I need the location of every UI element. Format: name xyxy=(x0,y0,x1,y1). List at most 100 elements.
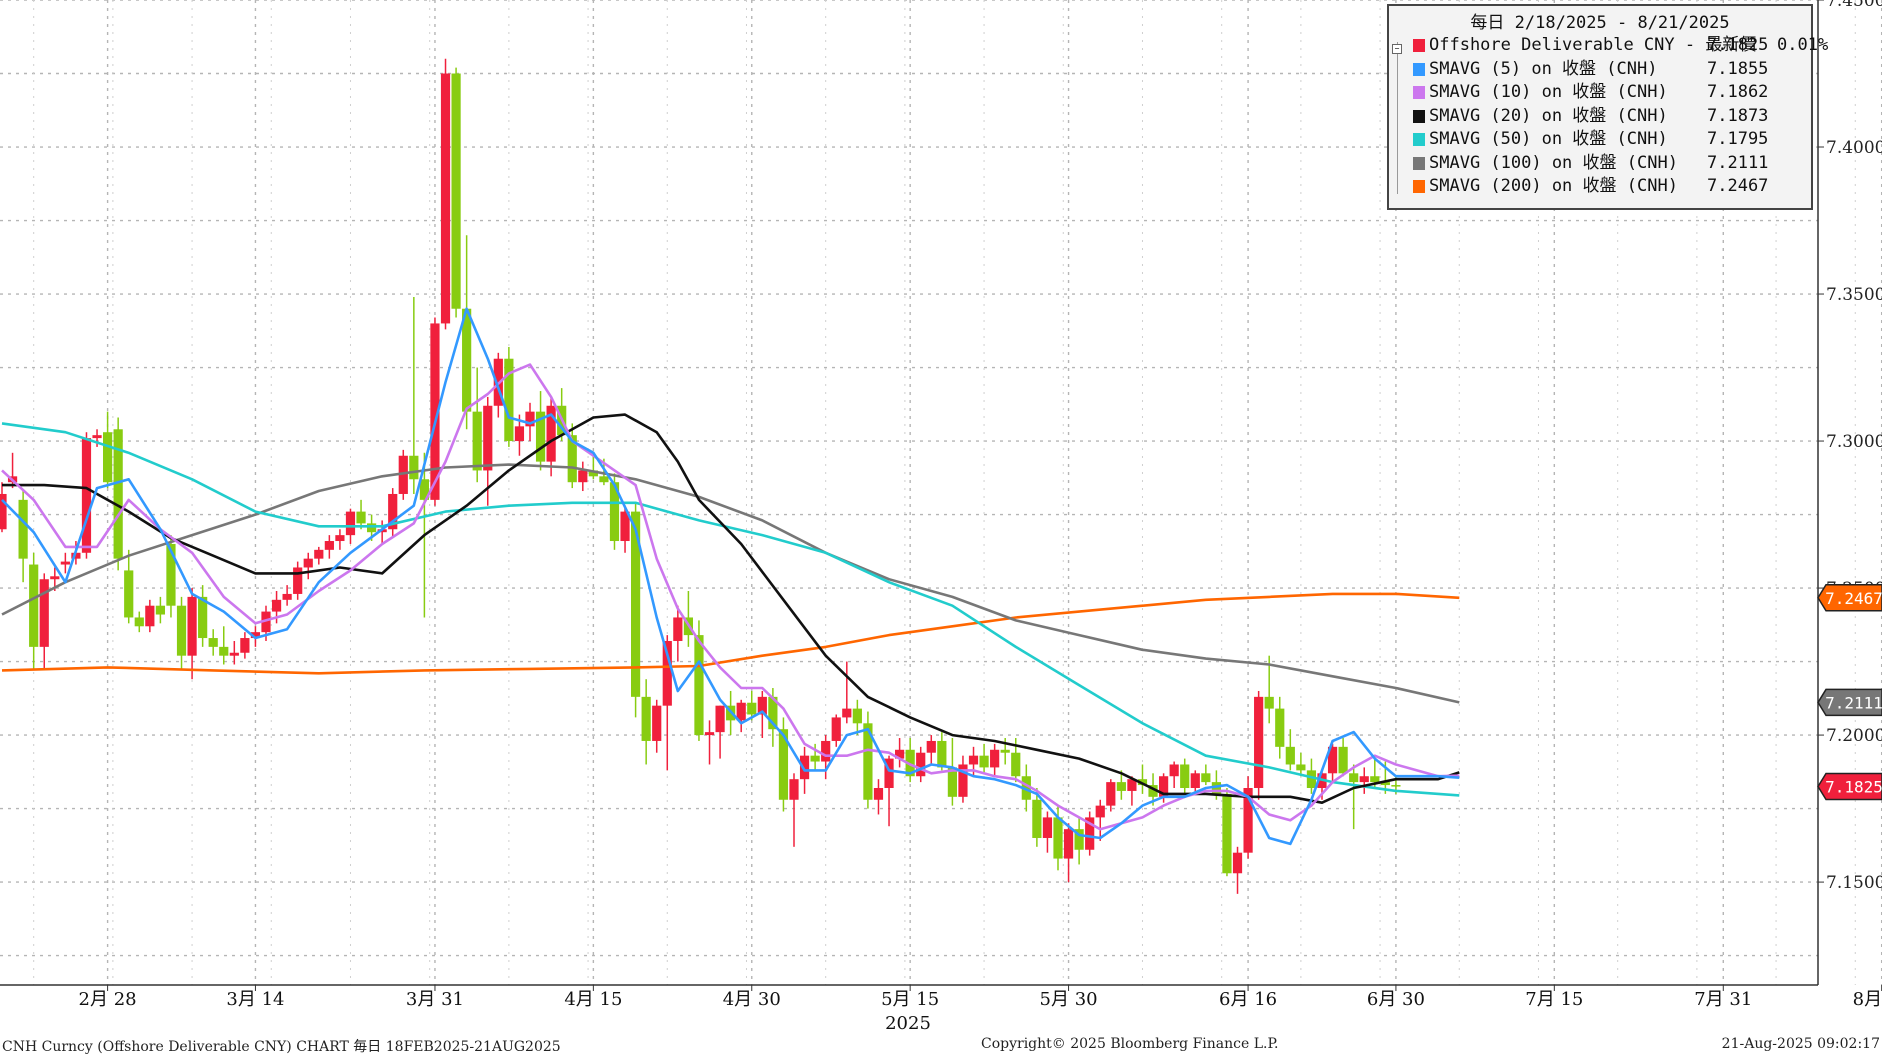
footer-copyright: Copyright© 2025 Bloomberg Finance L.P. xyxy=(981,1036,1279,1052)
candle-body xyxy=(1296,764,1306,771)
candle-body xyxy=(440,73,451,324)
candle-body xyxy=(704,732,715,736)
candle-body xyxy=(1042,817,1053,838)
candle-body xyxy=(409,455,419,480)
candle-body xyxy=(18,499,28,559)
candle-body xyxy=(1391,785,1401,787)
candle-body xyxy=(335,535,345,542)
legend-swatch xyxy=(1413,86,1425,99)
y-tick-label: 7.3500 xyxy=(1826,285,1882,305)
candle-body xyxy=(60,561,70,565)
candle-body xyxy=(937,740,947,768)
candle-body xyxy=(979,755,989,768)
candle-body xyxy=(219,646,229,656)
candle-body xyxy=(916,752,926,777)
x-tick-label: 7月 31 xyxy=(1694,989,1752,1010)
legend-swatch xyxy=(1413,133,1425,146)
legend-item-value: 7.1825 xyxy=(1707,35,1769,55)
candle-body xyxy=(451,73,461,309)
legend-item-name: SMAVG (20) on 收盤 (CNH) xyxy=(1429,105,1668,126)
candle-body xyxy=(303,558,313,568)
candle-body xyxy=(367,523,377,533)
candle-body xyxy=(229,652,239,656)
candle-body xyxy=(1275,708,1285,747)
legend-item-name: SMAVG (50) on 收盤 (CNH) xyxy=(1429,129,1668,149)
candle-body xyxy=(1254,696,1264,788)
x-tick-label: 5月 15 xyxy=(881,989,939,1010)
legend-item[interactable]: SMAVG (5) on 收盤 (CNH) 7.1855 xyxy=(1389,58,1811,82)
legend-item-name: SMAVG (200) on 收盤 (CNH) xyxy=(1429,176,1678,196)
y-tick-label: 7.4500 xyxy=(1826,0,1882,11)
candle-body xyxy=(1201,773,1211,783)
y-tick-label: 7.4000 xyxy=(1826,138,1882,158)
legend-item[interactable]: SMAVG (50) on 收盤 (CNH) 7.1795 xyxy=(1389,128,1811,152)
candle-body xyxy=(29,564,39,647)
candle-body xyxy=(314,549,324,559)
candle-body xyxy=(990,749,1000,768)
y-tick-label: 7.1500 xyxy=(1826,873,1882,893)
legend-item[interactable]: SMAVG (10) on 收盤 (CNH) 7.1862 xyxy=(1389,81,1811,105)
legend-swatch xyxy=(1413,109,1425,123)
x-tick-label: 6月 30 xyxy=(1367,989,1425,1010)
legend-item-value: 7.1862 xyxy=(1707,82,1769,102)
candle-body xyxy=(715,705,725,733)
x-tick-label: 6月 16 xyxy=(1219,989,1277,1010)
legend-rows: Offshore Deliverable CNY - 最新價 7.1825 0.01… xyxy=(1389,34,1828,199)
candle-body xyxy=(103,432,113,483)
candle-body xyxy=(641,696,651,741)
candle-body xyxy=(324,541,334,550)
candle-body xyxy=(187,596,197,656)
candle-body xyxy=(1000,749,1010,753)
candle-body xyxy=(514,426,525,442)
candle-body xyxy=(282,593,292,600)
candle-body xyxy=(810,755,820,762)
candle-body xyxy=(1116,782,1126,791)
legend-item[interactable]: SMAVG (20) on 收盤 (CNH) 7.1873 xyxy=(1389,105,1811,129)
x-tick-label: 3月 31 xyxy=(406,989,464,1010)
candle-body xyxy=(831,717,841,741)
candle-body xyxy=(652,705,662,741)
candle-body xyxy=(821,740,831,762)
legend-item-value: 7.2111 xyxy=(1707,152,1769,173)
price-tag-label: 7.1825 xyxy=(1825,778,1882,797)
x-tick-label: 5月 30 xyxy=(1040,989,1098,1010)
candle-body xyxy=(50,576,60,580)
x-axis-year-label: 2025 xyxy=(885,1013,931,1034)
candle-body xyxy=(271,599,282,612)
price-tags: 7.2467 7.2111 7.1825 xyxy=(1817,584,1882,801)
candle-body xyxy=(240,638,250,653)
candle-body xyxy=(1032,799,1042,838)
candle-body xyxy=(39,579,49,647)
candle-body xyxy=(134,617,144,627)
candle-body xyxy=(578,470,588,483)
legend-swatch xyxy=(1413,156,1425,170)
candle-body xyxy=(1285,746,1295,765)
candle-body xyxy=(1338,746,1348,774)
x-axis: 2月 28 3月 14 3月 31 4月 15 4月 30 5月 15 5月 30 6月 16… xyxy=(0,984,1882,1010)
candle-body xyxy=(1370,776,1380,783)
candle-body xyxy=(1106,782,1116,806)
candle-body xyxy=(92,435,102,439)
legend-item[interactable]: SMAVG (200) on 收盤 (CNH) 7.2467 xyxy=(1389,175,1811,199)
candle-body xyxy=(736,702,746,721)
legend-item-change: 0.01% xyxy=(1777,35,1829,55)
candle-body xyxy=(1349,773,1359,783)
chart-legend: − 每日 2/18/2025 - 8/21/2025 Offshore Deli… xyxy=(1387,4,1828,210)
x-tick-label: 7月 15 xyxy=(1525,989,1583,1010)
candle-body xyxy=(926,740,936,753)
legend-item-value: 7.1855 xyxy=(1707,58,1769,79)
legend-item-value: 7.2467 xyxy=(1707,176,1769,196)
legend-item[interactable]: SMAVG (100) on 收盤 (CNH) 7.2111 xyxy=(1389,152,1811,176)
candle-body xyxy=(124,570,134,618)
candle-body xyxy=(81,438,92,553)
x-tick-label: 2月 28 xyxy=(79,989,137,1010)
candle-body xyxy=(673,617,683,641)
x-tick-label: 4月 15 xyxy=(564,989,622,1010)
legend-item-name: SMAVG (100) on 收盤 (CNH) xyxy=(1429,152,1678,173)
candle-body xyxy=(1053,817,1063,859)
candle-body xyxy=(1359,776,1369,783)
x-tick-label: 3月 14 xyxy=(226,989,284,1010)
legend-item[interactable]: Offshore Deliverable CNY - 最新價 7.1825 0.01… xyxy=(1389,34,1828,58)
legend-title: 每日 2/18/2025 - 8/21/2025 xyxy=(1470,13,1730,33)
candle-body xyxy=(1180,764,1190,788)
